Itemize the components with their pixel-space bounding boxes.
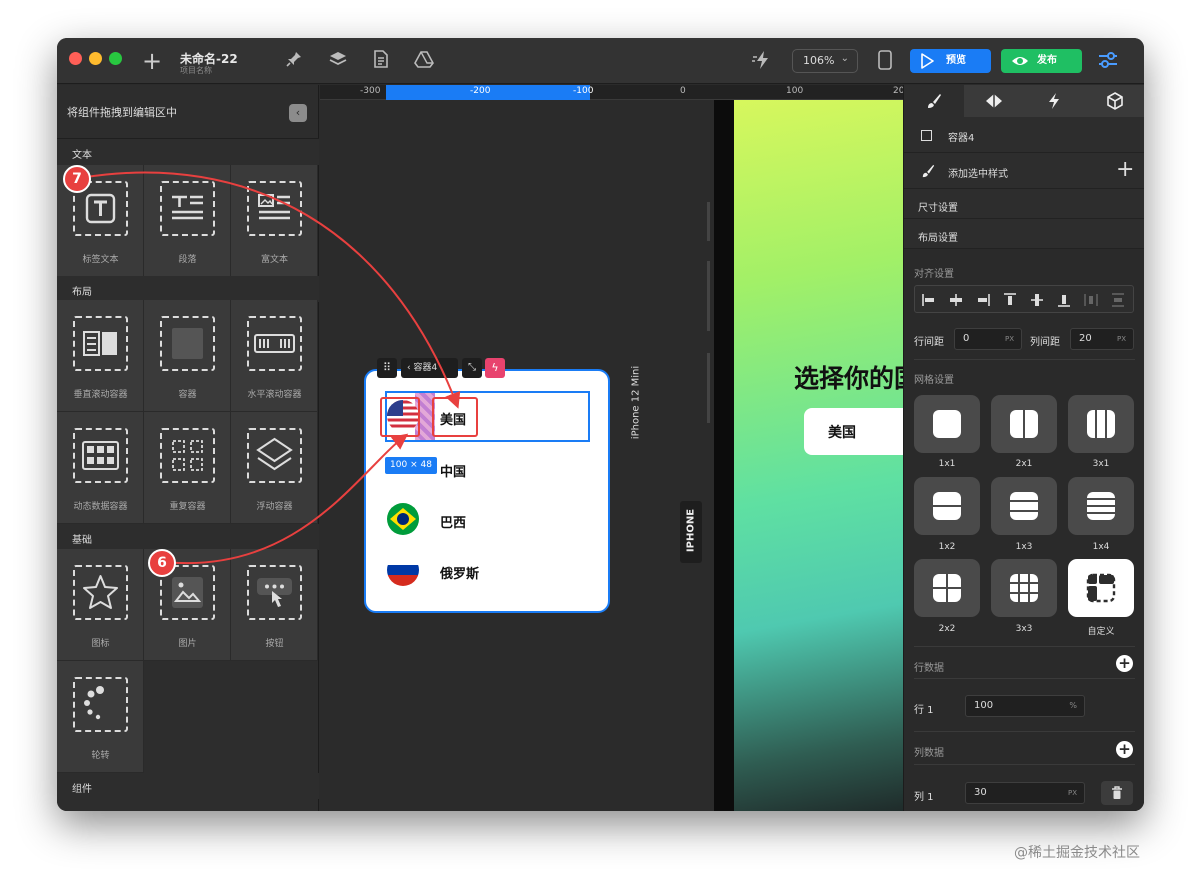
watermark: @稀土掘金技术社区 (1014, 845, 1140, 861)
step-marker-6: 6 (148, 549, 176, 577)
arrow-step-7 (79, 171, 461, 409)
arrow-step-6 (164, 433, 409, 565)
step-marker-7: 7 (63, 165, 91, 193)
annotation-arrows (79, 171, 461, 565)
